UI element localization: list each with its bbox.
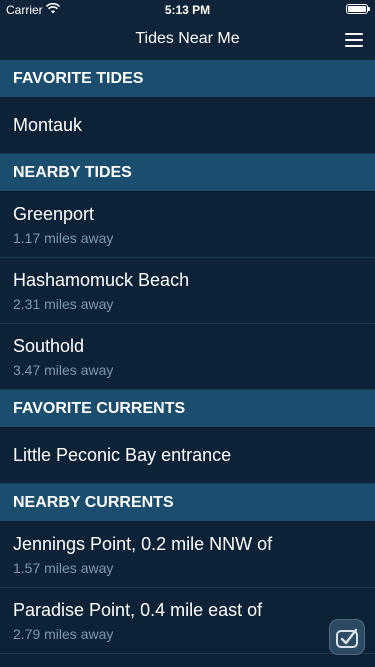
list-item-greenport[interactable]: Greenport 1.17 miles away [0, 192, 375, 258]
station-distance: 1.17 miles away [13, 230, 114, 246]
stations-list: FAVORITE TIDES Montauk NEARBY TIDES Gree… [0, 60, 375, 654]
station-name: Little Peconic Bay entrance [13, 445, 232, 465]
list-item-hashamomuck-beach[interactable]: Hashamomuck Beach 2.31 miles away [0, 258, 375, 324]
navigation-bar: Tides Near Me [0, 20, 375, 60]
section-header-nearby-currents: NEARBY CURRENTS [0, 484, 375, 522]
list-item-little-peconic-bay-entrance[interactable]: Little Peconic Bay entrance [0, 428, 375, 484]
battery-icon [346, 4, 370, 14]
station-name: Jennings Point, 0.2 mile NNW of [13, 534, 273, 554]
list-item-jennings-point[interactable]: Jennings Point, 0.2 mile NNW of 1.57 mil… [0, 522, 375, 588]
checkmark-badge-icon [329, 619, 365, 655]
list-item-southold[interactable]: Southold 3.47 miles away [0, 324, 375, 390]
list-item-paradise-point[interactable]: Paradise Point, 0.4 mile east of 2.79 mi… [0, 588, 375, 654]
station-distance: 1.57 miles away [13, 560, 114, 576]
status-bar: Carrier 5:13 PM [0, 0, 375, 20]
hamburger-menu-icon[interactable] [343, 29, 365, 51]
status-time: 5:13 PM [164, 3, 211, 17]
station-distance: 3.47 miles away [13, 362, 114, 378]
section-header-favorite-tides: FAVORITE TIDES [0, 60, 375, 98]
section-header-favorite-currents: FAVORITE CURRENTS [0, 390, 375, 428]
station-name: Hashamomuck Beach [13, 270, 190, 290]
page-title: Tides Near Me [135, 30, 240, 47]
station-name: Southold [13, 336, 85, 356]
station-distance: 2.79 miles away [13, 626, 114, 642]
station-name: Montauk [13, 115, 83, 135]
list-item-montauk[interactable]: Montauk [0, 98, 375, 154]
station-name: Paradise Point, 0.4 mile east of [13, 600, 263, 620]
station-name: Greenport [13, 204, 95, 224]
station-distance: 2.31 miles away [13, 296, 114, 312]
section-header-nearby-tides: NEARBY TIDES [0, 154, 375, 192]
